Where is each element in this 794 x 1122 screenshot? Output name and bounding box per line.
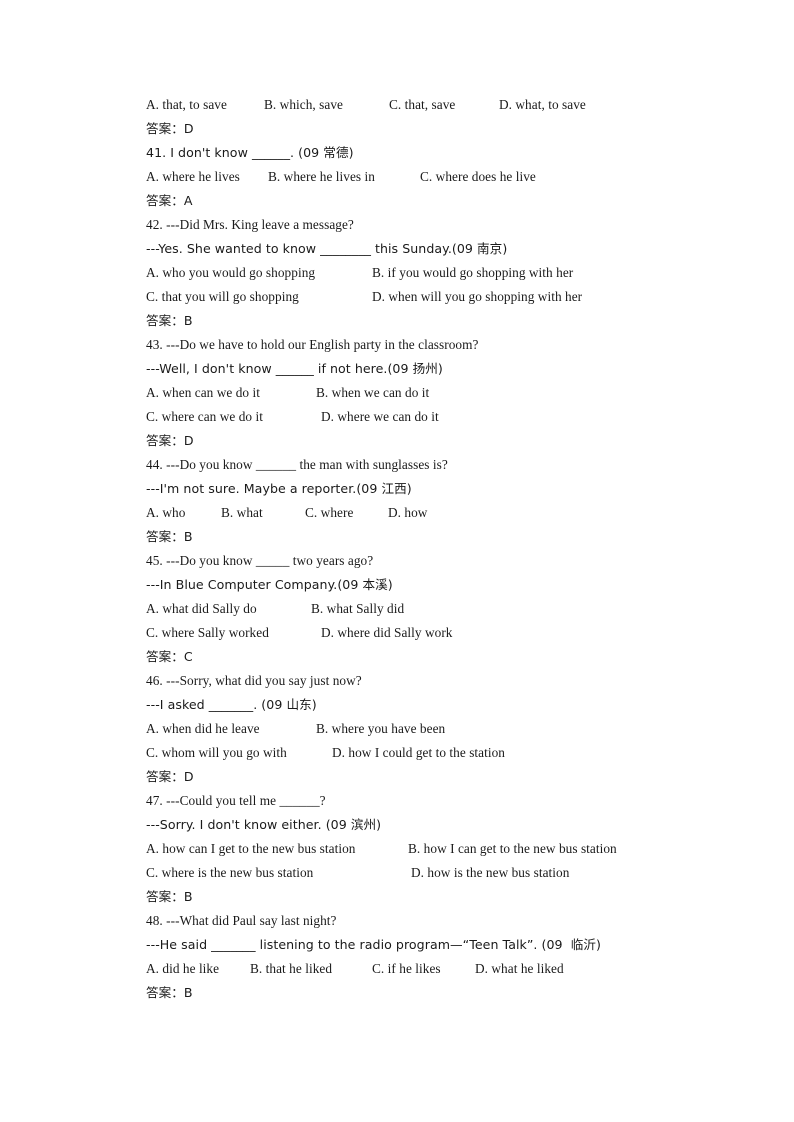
option-a: A. did he like — [146, 961, 220, 976]
option-b: B. where he lives in — [268, 169, 375, 184]
option-row: A. who you would go shopping B. if you wo… — [146, 261, 666, 285]
option-row: A. when can we do it B. when we can do it — [146, 381, 666, 405]
question-substem-46: ---I asked _______. (09 山东) — [146, 697, 317, 712]
option-d: D. what he liked — [475, 961, 564, 976]
option-a: A. where he lives — [146, 169, 240, 184]
option-c: C. where can we do it — [146, 409, 263, 424]
option-b: B. when we can do it — [316, 385, 430, 400]
option-a: A. what did Sally do — [146, 601, 257, 616]
option-c: C. that, save — [389, 97, 456, 112]
option-row: A. what did Sally do B. what Sally did — [146, 597, 666, 621]
option-b: B. where you have been — [316, 721, 446, 736]
answer-line: 答案：B — [146, 889, 193, 904]
option-row: A. that, to save B. which, save C. that, s… — [146, 93, 666, 117]
option-row: A. who B. what C. where D. how — [146, 501, 666, 525]
answer-line: 答案：B — [146, 985, 193, 1000]
question-substem-42: ---Yes. She wanted to know ________ this… — [146, 241, 508, 256]
option-d: D. what, to save — [499, 97, 586, 112]
question-stem-44: 44. ---Do you know ______ the man with s… — [146, 457, 448, 472]
option-c: C. that you will go shopping — [146, 289, 299, 304]
question-substem-47: ---Sorry. I don't know either. (09 滨州) — [146, 817, 382, 832]
question-substem-48: ---He said _______ listening to the radi… — [146, 937, 601, 952]
option-row: C. where is the new bus station D. how is… — [146, 861, 666, 885]
option-d: D. when will you go shopping with her — [372, 289, 583, 304]
document-body: A. that, to save B. which, save C. that, s… — [146, 93, 666, 1005]
question-stem-41: 41. I don't know ______. (09 常德) — [146, 145, 354, 160]
option-b: B. which, save — [264, 97, 343, 112]
option-row: C. whom will you go with D. how I could g… — [146, 741, 666, 765]
answer-line: 答案：D — [146, 121, 194, 136]
answer-line: 答案：C — [146, 649, 193, 664]
answer-line: 答案：A — [146, 193, 193, 208]
option-b: B. what — [221, 505, 263, 520]
option-row: A. how can I get to the new bus station B… — [146, 837, 666, 861]
option-c: C. where Sally worked — [146, 625, 269, 640]
question-substem-44: ---I'm not sure. Maybe a reporter.(09 江西… — [146, 481, 412, 496]
question-stem-48: 48. ---What did Paul say last night? — [146, 913, 337, 928]
document-page: A. that, to save B. which, save C. that, s… — [0, 0, 794, 1122]
question-stem-42: 42. ---Did Mrs. King leave a message? — [146, 217, 354, 232]
answer-line: 答案：D — [146, 769, 194, 784]
option-row: C. where can we do it D. where we can do … — [146, 405, 666, 429]
option-d: D. how — [388, 505, 428, 520]
option-row: C. where Sally worked D. where did Sally … — [146, 621, 666, 645]
option-b: B. that he liked — [250, 961, 333, 976]
option-d: D. where did Sally work — [321, 625, 453, 640]
question-stem-43: 43. ---Do we have to hold our English pa… — [146, 337, 479, 352]
option-c: C. where — [305, 505, 354, 520]
option-row: C. that you will go shopping D. when will… — [146, 285, 666, 309]
option-row: A. where he lives B. where he lives in C. … — [146, 165, 666, 189]
option-c: C. where is the new bus station — [146, 865, 314, 880]
option-a: A. how can I get to the new bus station — [146, 841, 356, 856]
answer-line: 答案：D — [146, 433, 194, 448]
option-d: D. how I could get to the station — [332, 745, 506, 760]
option-a: A. who — [146, 505, 186, 520]
option-c: C. if he likes — [372, 961, 441, 976]
option-a: A. when can we do it — [146, 385, 260, 400]
answer-line: 答案：B — [146, 529, 193, 544]
option-b: B. if you would go shopping with her — [372, 265, 574, 280]
question-stem-46: 46. ---Sorry, what did you say just now? — [146, 673, 362, 688]
option-c: C. whom will you go with — [146, 745, 287, 760]
question-stem-47: 47. ---Could you tell me ______? — [146, 793, 326, 808]
option-a: A. that, to save — [146, 97, 227, 112]
answer-line: 答案：B — [146, 313, 193, 328]
option-d: D. where we can do it — [321, 409, 439, 424]
question-substem-43: ---Well, I don't know ______ if not here… — [146, 361, 443, 376]
option-c: C. where does he live — [420, 169, 536, 184]
option-row: A. did he like B. that he liked C. if he l… — [146, 957, 666, 981]
option-b: B. what Sally did — [311, 601, 405, 616]
question-stem-45: 45. ---Do you know _____ two years ago? — [146, 553, 374, 568]
option-b: B. how I can get to the new bus station — [408, 841, 617, 856]
option-row: A. when did he leave B. where you have be… — [146, 717, 666, 741]
option-a: A. when did he leave — [146, 721, 260, 736]
option-d: D. how is the new bus station — [411, 865, 570, 880]
option-a: A. who you would go shopping — [146, 265, 316, 280]
question-substem-45: ---In Blue Computer Company.(09 本溪) — [146, 577, 393, 592]
